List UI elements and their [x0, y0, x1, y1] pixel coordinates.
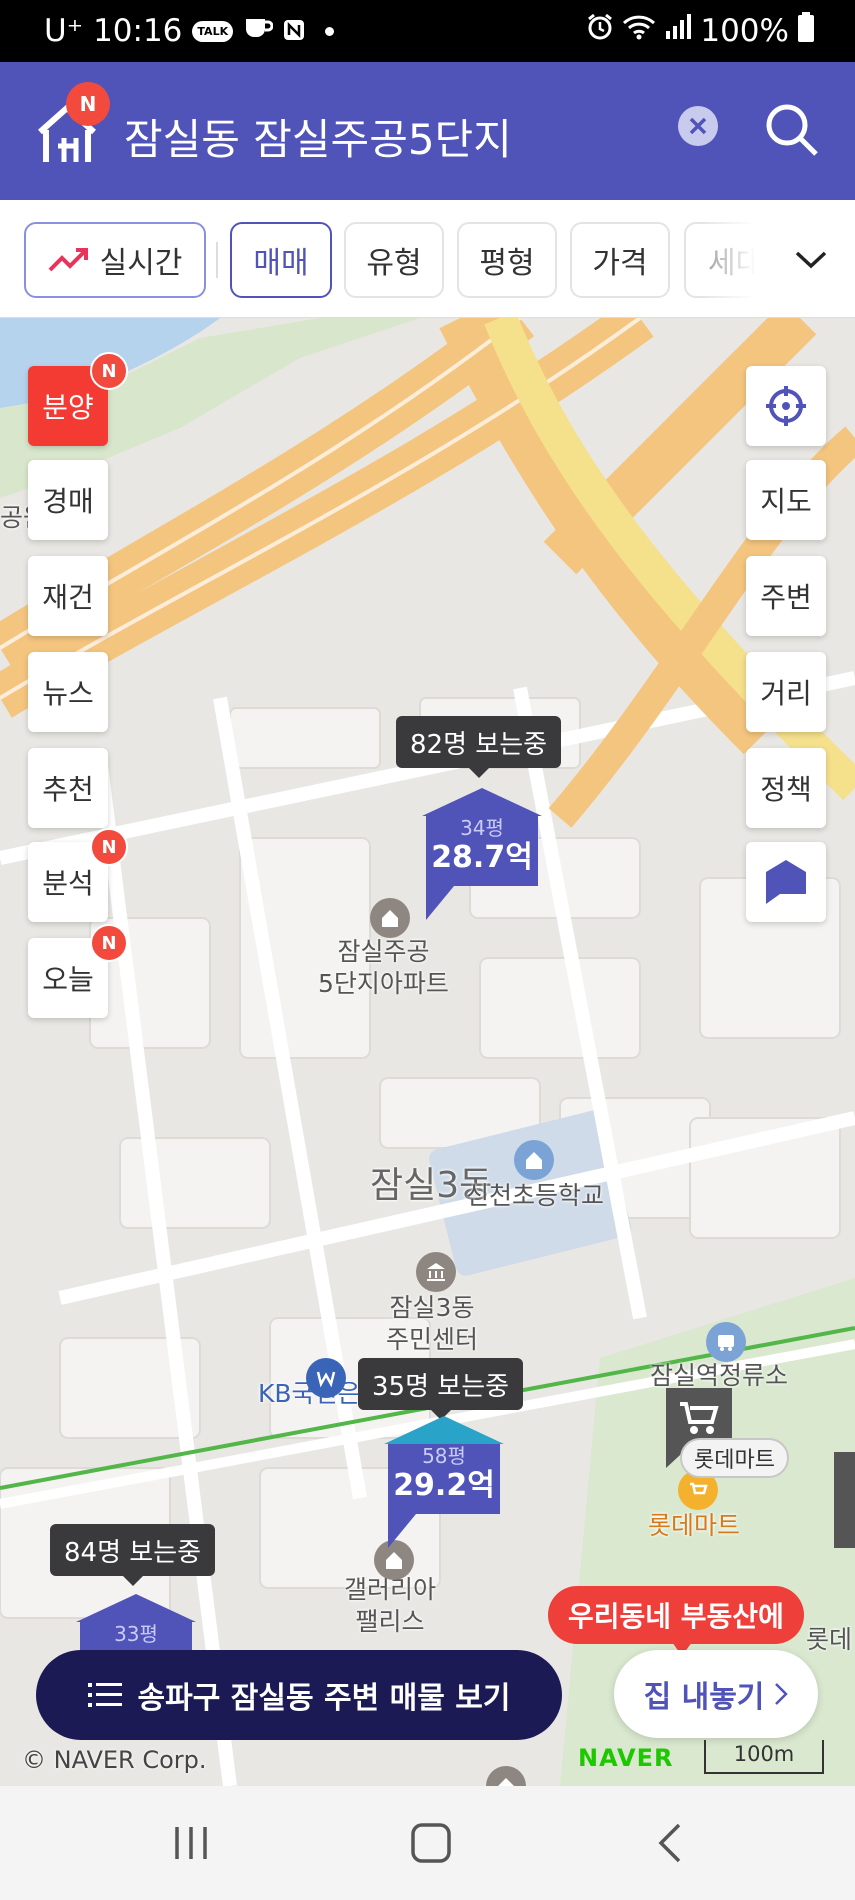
right-menu-nearby[interactable]: 주변 [746, 556, 826, 636]
viewers-badge: 82명 보는중 [396, 716, 562, 778]
house-marker-icon [766, 860, 806, 904]
back-icon [658, 1823, 681, 1863]
search-button[interactable] [762, 100, 822, 160]
filter-bar: 실시간 매매 유형 평형 가격 세대 [0, 200, 855, 318]
my-location-button[interactable] [746, 366, 826, 446]
home-button[interactable] [386, 1808, 476, 1878]
promo-bubble[interactable]: 우리동네 부동산에 [548, 1586, 804, 1656]
copyright-label: © NAVER Corp. [22, 1746, 207, 1774]
status-bar: U⁺ 10:16 TALK 100% [0, 0, 855, 62]
marker-roof [76, 1594, 196, 1622]
more-notifications-dot [325, 26, 335, 36]
back-button[interactable] [624, 1808, 714, 1878]
wifi-icon [622, 13, 656, 49]
search-query-input[interactable]: 잠실동 잠실주공5단지 [124, 106, 512, 167]
system-nav-bar [0, 1786, 855, 1900]
filter-fade [700, 200, 780, 317]
map-label-mart[interactable]: 롯데마트 [648, 1510, 740, 1542]
government-poi-icon[interactable] [416, 1252, 456, 1292]
notification-icon [283, 13, 305, 49]
map-label-edge-right: 롯데 [806, 1625, 853, 1654]
nearby-listings-label: 송파구 잠실동 주변 매물 보기 [137, 1681, 511, 1716]
logo-new-badge: N [66, 82, 110, 126]
battery-percent: 100% [700, 13, 789, 49]
map-label-gallery[interactable]: 갤러리아 팰리스 [344, 1574, 436, 1638]
search-icon [766, 104, 818, 156]
left-menu-auction[interactable]: 경매 [28, 460, 108, 540]
bank-poi-icon[interactable] [306, 1358, 346, 1398]
today-new-badge: N [90, 924, 128, 962]
right-menu-distance[interactable]: 거리 [746, 652, 826, 732]
crosshair-icon [766, 386, 806, 426]
right-menu-map[interactable]: 지도 [746, 460, 826, 540]
kakaotalk-icon: TALK [192, 20, 234, 42]
search-header: N 잠실동 잠실주공5단지 [0, 62, 855, 200]
marker-area: 58평 [422, 1444, 466, 1468]
presale-new-badge: N [90, 352, 128, 390]
apartment-poi-icon[interactable] [370, 898, 410, 938]
chevron-down-icon [795, 251, 827, 269]
mart-bubble[interactable]: 롯데마트 [680, 1438, 789, 1478]
right-menu-policy[interactable]: 정책 [746, 748, 826, 828]
naver-logo: NAVER [578, 1744, 674, 1772]
left-menu-rebuild[interactable]: 재건 [28, 556, 108, 636]
viewers-badge: 84명 보는중 [50, 1524, 216, 1586]
marker-price: 28.7억 [431, 840, 533, 875]
price-marker[interactable]: 58평 29.2억 [384, 1416, 504, 1548]
map-label-community-center[interactable]: 잠실3동 주민센터 [386, 1292, 478, 1356]
filter-chip-size[interactable]: 평형 [457, 222, 557, 298]
trending-up-icon [48, 248, 88, 272]
marker-roof [384, 1416, 504, 1444]
school-poi-icon[interactable] [514, 1140, 554, 1180]
list-my-home-button[interactable]: 집 내놓기 [614, 1650, 818, 1738]
battery-icon [797, 12, 815, 50]
marker-roof [422, 788, 542, 816]
recent-apps-icon [175, 1827, 207, 1859]
viewers-badge: 35명 보는중 [358, 1358, 524, 1420]
bus-stop-icon[interactable] [706, 1322, 746, 1362]
chevron-right-icon [775, 1683, 789, 1705]
marker-tail [426, 886, 454, 920]
marker-area: 34평 [460, 816, 504, 840]
map-label-school[interactable]: 신천초등학교 [466, 1180, 604, 1212]
marker-body: 58평 29.2억 [388, 1444, 500, 1514]
signal-icon [664, 13, 692, 49]
close-icon [689, 117, 707, 135]
realtime-label: 실시간 [99, 246, 183, 281]
map-view[interactable]: 공원 잠실주공 5단지아파트 잠실3동 신천초등학교 잠실3동 주민센터 KB국… [0, 318, 855, 1786]
price-marker[interactable]: 34평 28.7억 [422, 788, 542, 920]
list-my-home-label: 집 내놓기 [643, 1680, 765, 1715]
filter-chip-type[interactable]: 유형 [344, 222, 444, 298]
marker-price: 29.2억 [393, 1468, 495, 1503]
left-menu-news[interactable]: 뉴스 [28, 652, 108, 732]
realtime-filter-button[interactable]: 실시간 [24, 222, 206, 298]
carrier-label: U⁺ [44, 13, 84, 49]
left-menu-recommend[interactable]: 추천 [28, 748, 108, 828]
marker-body: 34평 28.7억 [426, 816, 538, 886]
marker-area: 33평 [114, 1622, 158, 1646]
map-scale: 100m [704, 1740, 824, 1774]
filter-chip-price[interactable]: 가격 [570, 222, 670, 298]
edge-marker[interactable] [834, 1452, 855, 1548]
map-label-apartment[interactable]: 잠실주공 5단지아파트 [318, 936, 449, 1000]
marker-style-button[interactable] [746, 842, 826, 922]
recent-apps-button[interactable] [146, 1808, 236, 1878]
cafe-icon [243, 13, 274, 49]
expand-filters-button[interactable] [776, 222, 846, 298]
alarm-icon [586, 13, 614, 49]
nearby-listings-button[interactable]: 송파구 잠실동 주변 매물 보기 [36, 1650, 562, 1740]
list-icon [87, 1683, 122, 1707]
clear-search-button[interactable] [678, 106, 718, 146]
clock: 10:16 [93, 13, 183, 49]
filter-chip-trade[interactable]: 매매 [230, 222, 332, 298]
home-icon [411, 1823, 451, 1863]
analysis-new-badge: N [90, 828, 128, 866]
marker-tail [388, 1514, 416, 1548]
filter-divider [216, 242, 218, 278]
